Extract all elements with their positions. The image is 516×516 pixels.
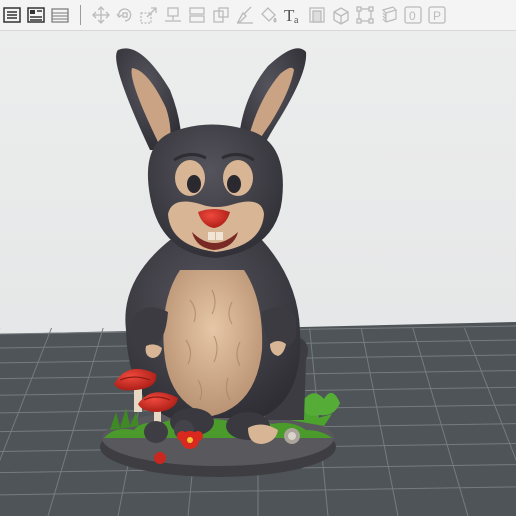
- text-icon[interactable]: Ta: [282, 4, 304, 26]
- toolbar-separator: [80, 5, 81, 25]
- layout-icon[interactable]: [25, 4, 47, 26]
- arrange-icon[interactable]: [306, 4, 328, 26]
- slice-layers-icon[interactable]: [378, 4, 400, 26]
- support-paint-icon[interactable]: [234, 4, 256, 26]
- scale-icon[interactable]: [138, 4, 160, 26]
- bounding-box-icon[interactable]: [354, 4, 376, 26]
- plate-number-glyph: 0: [409, 9, 416, 23]
- layers-list-icon[interactable]: [49, 4, 71, 26]
- scene-canvas: [0, 31, 516, 516]
- plate-p-icon[interactable]: P: [426, 4, 448, 26]
- 3d-viewport[interactable]: [0, 31, 516, 516]
- cut-icon[interactable]: [186, 4, 208, 26]
- color-paint-icon[interactable]: [258, 4, 280, 26]
- cube-icon[interactable]: [330, 4, 352, 26]
- rotate-icon[interactable]: [114, 4, 136, 26]
- plate-p-glyph: P: [433, 9, 441, 23]
- rabbit-body: [125, 240, 301, 418]
- text-icon-subscript: a: [294, 15, 299, 25]
- object-list-icon[interactable]: [1, 4, 23, 26]
- plate-number-icon[interactable]: 0: [402, 4, 424, 26]
- move-icon[interactable]: [90, 4, 112, 26]
- top-toolbar: Ta 0 P: [0, 0, 516, 31]
- split-icon[interactable]: [210, 4, 232, 26]
- place-on-face-icon[interactable]: [162, 4, 184, 26]
